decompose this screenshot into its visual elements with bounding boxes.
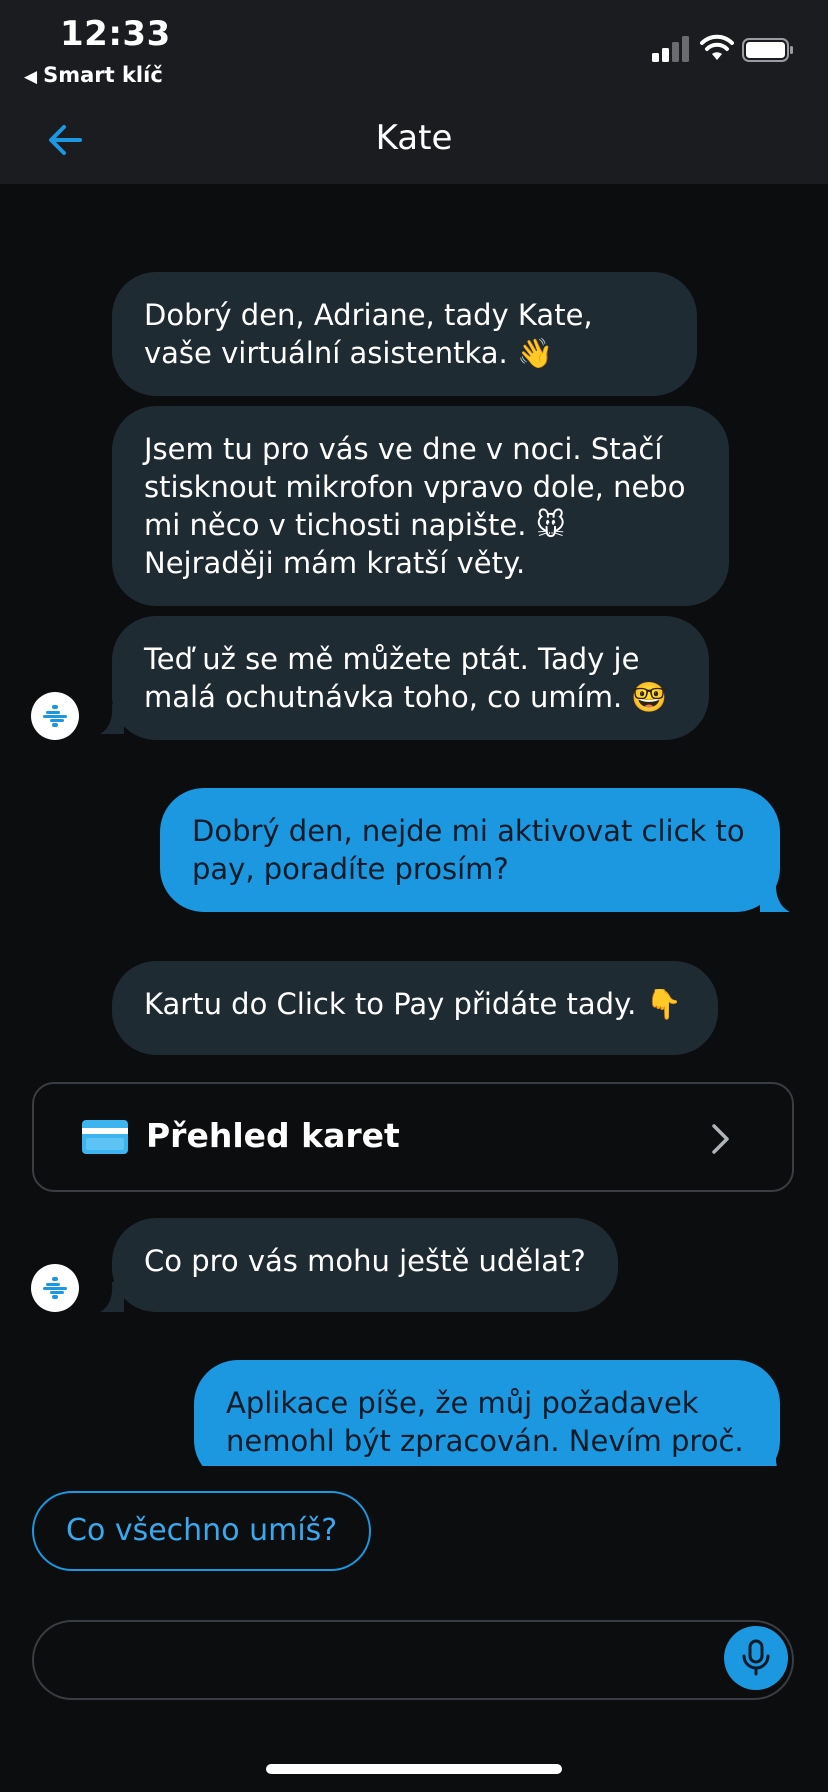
message-text: Aplikace píše, že můj požadavek nemohl b… [226,1386,744,1458]
chevron-right-icon [712,1124,729,1154]
bubble-tail [100,704,124,734]
message-text: Teď už se mě můžete ptát. Tady je malá o… [144,642,668,714]
page-title: Kate [375,118,453,158]
message-input[interactable] [32,1620,794,1700]
bot-message: Kartu do Click to Pay přidáte tady. 👇 [112,961,718,1055]
microphone-button[interactable] [724,1626,788,1690]
message-text: Co pro vás mohu ještě udělat? [144,1244,586,1278]
cellular-signal-icon [652,36,689,62]
bot-message: Teď už se mě můžete ptát. Tady je malá o… [112,616,709,740]
message-text: Dobrý den, nejde mi aktivovat click to p… [192,814,745,886]
cards-overview-label: Přehled karet [146,1116,400,1155]
bubble-tail [760,1450,777,1466]
microphone-icon [742,1639,770,1676]
cards-overview-link[interactable]: Přehled karet [32,1082,794,1192]
wifi-icon [700,34,734,60]
message-text: Dobrý den, Adriane, tady Kate, vaše virt… [144,298,593,370]
bot-message: Co pro vás mohu ještě udělat? [112,1218,618,1312]
bot-message: Jsem tu pro vás ve dne v noci. Stačí sti… [112,406,729,606]
home-indicator[interactable] [266,1764,562,1774]
back-app-label: Smart klíč [43,63,163,87]
bubble-tail [760,878,790,912]
credit-card-icon [82,1120,128,1154]
user-message: Dobrý den, nejde mi aktivovat click to p… [160,788,780,912]
status-time: 12:33 [60,14,171,54]
back-to-app-link[interactable]: ◀ Smart klíč [24,63,163,87]
message-text: Jsem tu pro vás ve dne v noci. Stačí sti… [144,432,686,580]
bubble-tail [100,1282,124,1312]
message-text: Kartu do Click to Pay přidáte tady. 👇 [144,987,682,1021]
bot-message: Dobrý den, Adriane, tady Kate, vaše virt… [112,272,697,396]
assistant-logo-icon [43,705,67,727]
battery-icon [742,38,793,62]
back-triangle-icon: ◀ [24,67,38,87]
assistant-avatar [31,1264,79,1312]
chat-thread[interactable]: Dobrý den, Adriane, tady Kate, vaše virt… [0,184,828,1466]
navigation-bar: Kate [0,96,828,184]
assistant-logo-icon [43,1277,67,1299]
suggestion-chip[interactable]: Co všechno umíš? [32,1491,372,1571]
user-message: Aplikace píše, že můj požadavek nemohl b… [194,1360,780,1466]
status-bar: 12:33 ◀ Smart klíč [0,0,828,96]
assistant-avatar [31,692,79,740]
